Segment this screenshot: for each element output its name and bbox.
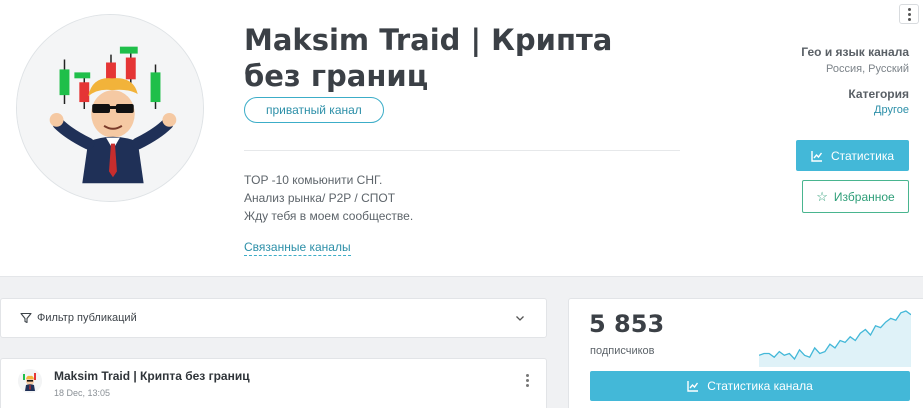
channel-statistics-button-label: Статистика канала — [707, 379, 813, 393]
post-channel-name[interactable]: Maksim Traid | Крипта без границ — [54, 369, 250, 383]
sparkline-area — [759, 311, 911, 367]
subscribers-sparkline — [759, 310, 911, 367]
star-icon: ☆ — [816, 188, 828, 204]
post-card: Maksim Traid | Крипта без границ 18 Dec,… — [0, 358, 547, 408]
kebab-dot — [525, 379, 529, 382]
post-date: 18 Dec, 13:05 — [54, 388, 111, 398]
geo-language-value: Россия, Русский — [826, 63, 909, 75]
kebab-dot — [525, 384, 529, 387]
filter-icon — [20, 312, 32, 324]
description-line: TOP -10 комьюнити СНГ. — [244, 173, 383, 187]
favorite-button-label: Избранное — [833, 189, 895, 204]
category-value-link[interactable]: Другое — [874, 104, 909, 116]
chevron-down-icon[interactable] — [514, 312, 526, 324]
subscribers-card: 5 853 подписчиков Статистика канала — [568, 298, 923, 408]
trader-mascot-icon — [17, 15, 203, 201]
post-channel-avatar[interactable] — [18, 369, 42, 393]
post-options-button[interactable] — [524, 374, 530, 390]
chart-line-icon — [687, 381, 699, 392]
kebab-dot — [907, 12, 911, 16]
description-line: Жду тебя в моем сообществе. — [244, 209, 414, 223]
channel-statistics-button[interactable]: Статистика канала — [590, 371, 910, 401]
filter-label: Фильтр публикаций — [37, 312, 137, 324]
kebab-dot — [907, 17, 911, 21]
statistics-button-label: Статистика — [830, 148, 895, 163]
subscribers-count: 5 853 — [589, 310, 665, 338]
geo-language-label: Гео и язык канала — [801, 45, 909, 59]
category-label: Категория — [848, 87, 909, 101]
channel-avatar — [16, 14, 204, 202]
kebab-dot — [907, 7, 911, 11]
publication-filter[interactable]: Фильтр публикаций — [0, 298, 547, 338]
channel-description: TOP -10 комьюнити СНГ. Анализ рынка/ P2P… — [244, 171, 674, 225]
subscribers-label: подписчиков — [590, 345, 655, 357]
favorite-button[interactable]: ☆ Избранное — [802, 180, 909, 213]
channel-header: Maksim Traid | Крипта без границ приватн… — [0, 0, 923, 277]
statistics-button[interactable]: Статистика — [796, 140, 909, 171]
description-line: Анализ рынка/ P2P / СПОТ — [244, 191, 396, 205]
kebab-dot — [525, 374, 529, 377]
private-channel-badge: приватный канал — [244, 97, 384, 123]
more-options-button[interactable] — [899, 4, 919, 24]
trader-mascot-icon — [18, 369, 42, 393]
chart-line-icon — [811, 150, 823, 162]
header-divider — [244, 150, 680, 151]
related-channels-link[interactable]: Связанные каналы — [244, 240, 351, 256]
channel-title: Maksim Traid | Крипта без границ — [244, 23, 613, 93]
